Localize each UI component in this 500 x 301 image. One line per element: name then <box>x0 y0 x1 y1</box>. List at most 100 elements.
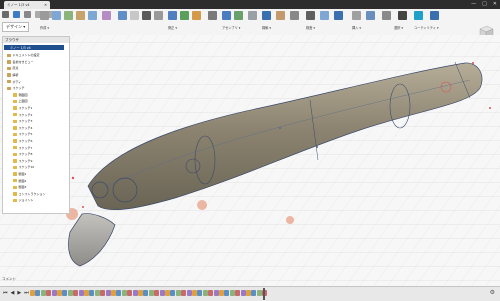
browser-item[interactable]: 原点 <box>7 66 19 71</box>
maximize-button[interactable]: □ <box>482 1 487 7</box>
as-built-joint-icon[interactable] <box>248 11 257 20</box>
timeline-feature[interactable] <box>116 290 122 296</box>
timeline-feature[interactable] <box>100 290 106 296</box>
timeline-feature[interactable] <box>127 290 133 296</box>
browser-item[interactable]: 断面3 <box>13 185 26 190</box>
timeline-feature[interactable] <box>192 290 197 296</box>
interference-icon[interactable] <box>320 11 329 20</box>
group-assemble[interactable]: アセンブリ ▾ <box>222 25 240 30</box>
timeline-feature[interactable] <box>78 290 84 296</box>
group-inspect[interactable]: 検査 ▾ <box>306 25 315 30</box>
browser-item[interactable]: ドキュメントの設定 <box>7 53 40 58</box>
timeline-feature[interactable] <box>154 290 160 296</box>
timeline-feature[interactable] <box>175 290 181 296</box>
sphere-icon[interactable] <box>142 11 151 20</box>
timeline-feature[interactable] <box>73 290 79 296</box>
browser-item[interactable]: 上面図 <box>13 99 28 104</box>
browser-item[interactable]: 断面1 <box>13 172 26 177</box>
section-analysis-icon[interactable] <box>334 11 343 20</box>
box-icon[interactable] <box>118 11 127 20</box>
revolve-icon[interactable] <box>64 11 73 20</box>
form-icon[interactable] <box>102 11 111 20</box>
timeline-feature[interactable] <box>235 290 241 296</box>
create-sketch-icon[interactable] <box>40 11 49 20</box>
combine-icon[interactable] <box>222 11 231 20</box>
scripts-icon[interactable] <box>430 11 439 20</box>
browser-item[interactable]: 側面図 <box>13 93 28 98</box>
timeline-feature[interactable] <box>40 290 46 296</box>
timeline-feature[interactable] <box>170 290 176 296</box>
point-icon[interactable] <box>290 11 299 20</box>
timeline-feature[interactable] <box>229 290 235 296</box>
timeline-feature[interactable] <box>57 290 62 296</box>
press-pull-icon[interactable] <box>168 11 177 20</box>
file-icon[interactable] <box>13 11 20 18</box>
sketch-point-3[interactable] <box>472 62 474 64</box>
fillet-icon[interactable] <box>180 11 189 20</box>
browser-item[interactable]: スケッチ9 <box>13 159 32 164</box>
timeline-feature[interactable] <box>202 290 208 296</box>
browser-item[interactable]: コンストラクション <box>13 192 45 197</box>
browser-header[interactable]: ブラウザ <box>3 37 69 43</box>
timeline-first-button[interactable]: ⏮ <box>3 290 8 296</box>
timeline-feature[interactable] <box>51 290 57 296</box>
sketch-point-6[interactable] <box>316 146 318 148</box>
timeline-feature[interactable] <box>121 290 127 296</box>
browser-item[interactable]: 断面2 <box>13 178 26 183</box>
timeline-feature[interactable] <box>143 290 149 296</box>
timeline-feature[interactable] <box>246 290 251 296</box>
save-icon[interactable] <box>24 11 31 18</box>
insert-mesh-icon[interactable] <box>366 11 375 20</box>
browser-item[interactable]: スケッチ4 <box>13 126 32 131</box>
group-utilities[interactable]: ユーティリティ ▾ <box>414 25 439 30</box>
timeline-feature[interactable] <box>181 290 187 296</box>
browser-item[interactable]: スケッチ <box>7 86 25 91</box>
timeline-marker[interactable] <box>263 288 265 300</box>
timeline-feature[interactable] <box>132 290 138 296</box>
timeline-play-button[interactable]: ▶ <box>17 290 21 296</box>
torus-icon[interactable] <box>154 11 163 20</box>
timeline-feature[interactable] <box>186 290 192 296</box>
timeline-feature[interactable] <box>111 290 116 296</box>
timeline-settings-icon[interactable]: ⚙ <box>490 289 495 296</box>
group-insert[interactable]: 挿入 ▾ <box>352 25 361 30</box>
timeline-feature[interactable] <box>165 290 170 296</box>
group-construct[interactable]: 構築 ▾ <box>262 25 271 30</box>
close-button[interactable]: ✕ <box>493 1 497 7</box>
timeline-feature[interactable] <box>256 290 262 296</box>
canvas-icon[interactable] <box>382 11 391 20</box>
timeline-feature[interactable] <box>94 290 100 296</box>
browser-item[interactable]: スケッチ8 <box>13 152 32 157</box>
browser-item[interactable]: スケッチ7 <box>13 145 32 150</box>
sketch-point-2[interactable] <box>82 206 84 208</box>
timeline-last-button[interactable]: ⏭ <box>24 290 29 296</box>
workspace-switcher[interactable]: デザイン ▾ <box>2 22 30 32</box>
browser-item[interactable]: スケッチ1 <box>13 106 32 111</box>
timeline-feature[interactable] <box>46 290 52 296</box>
browser-item[interactable]: 名前付きビュー <box>7 60 34 65</box>
extrude-icon[interactable] <box>52 11 61 20</box>
axis-icon[interactable] <box>276 11 285 20</box>
contact-face-3[interactable] <box>286 216 294 224</box>
sketch-point-5[interactable] <box>279 127 281 129</box>
browser-item[interactable]: スケッチ6 <box>13 139 32 144</box>
select-icon[interactable] <box>398 11 407 20</box>
offset-plane-icon[interactable] <box>262 11 271 20</box>
sweep-icon[interactable] <box>76 11 85 20</box>
addins-icon[interactable] <box>414 11 423 20</box>
timeline-feature[interactable] <box>224 290 230 296</box>
close-tab-icon[interactable]: ✕ <box>44 3 47 7</box>
insert-derive-icon[interactable] <box>352 11 361 20</box>
loft-icon[interactable] <box>88 11 97 20</box>
measure-icon[interactable] <box>306 11 315 20</box>
timeline-feature[interactable] <box>251 290 257 296</box>
timeline-feature[interactable] <box>67 290 73 296</box>
viewport-canvas[interactable] <box>0 35 500 286</box>
browser-item[interactable]: 解析 <box>7 73 19 78</box>
browser-item[interactable]: スケッチ2 <box>13 112 32 117</box>
timeline-feature[interactable] <box>197 290 203 296</box>
timeline-feature[interactable] <box>105 290 111 296</box>
timeline-feature[interactable] <box>240 290 246 296</box>
timeline-feature[interactable] <box>62 290 68 296</box>
timeline-feature[interactable] <box>138 290 143 296</box>
